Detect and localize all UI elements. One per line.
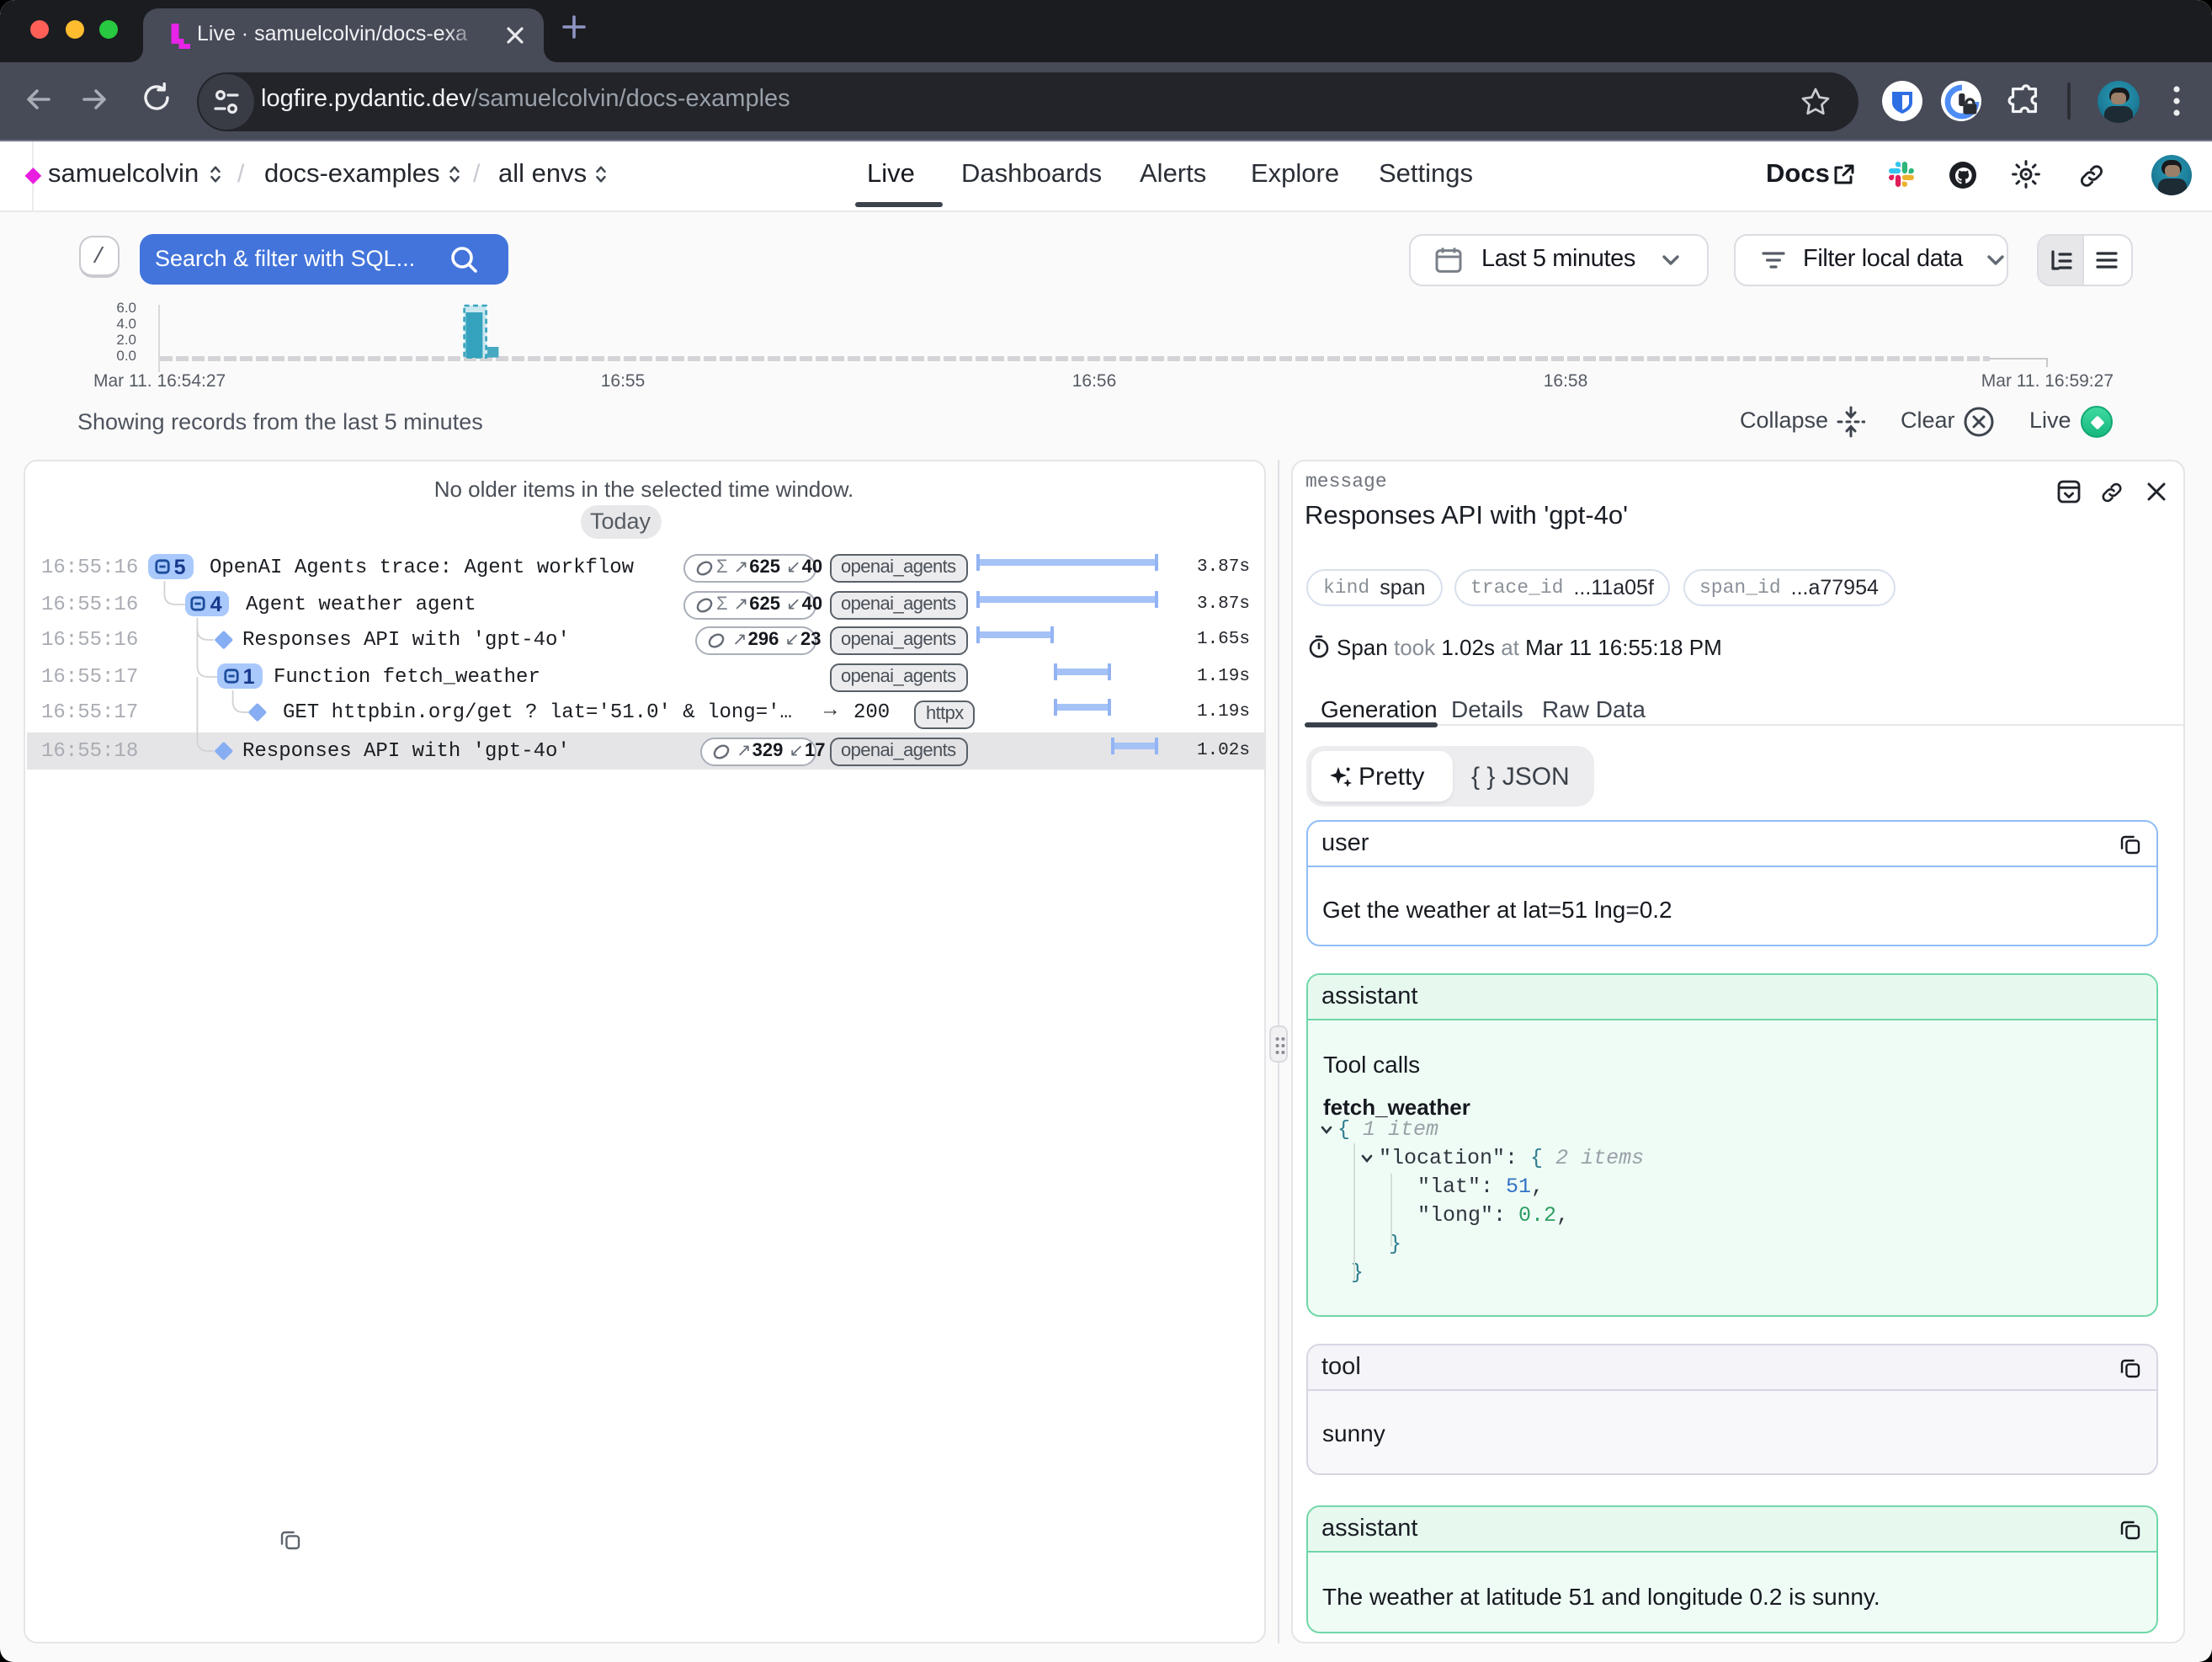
svg-text:4.0: 4.0 xyxy=(116,316,136,332)
svg-text:16:58: 16:58 xyxy=(1544,371,1588,391)
svg-text:2.0: 2.0 xyxy=(116,332,136,348)
svg-text:Mar 11. 16:54:27: Mar 11. 16:54:27 xyxy=(93,371,226,391)
svg-text:Mar 11. 16:59:27: Mar 11. 16:59:27 xyxy=(1981,371,2114,391)
svg-text:16:56: 16:56 xyxy=(1072,371,1117,391)
svg-text:0.0: 0.0 xyxy=(116,348,136,364)
svg-text:6.0: 6.0 xyxy=(116,300,136,316)
svg-text:16:55: 16:55 xyxy=(601,371,646,391)
